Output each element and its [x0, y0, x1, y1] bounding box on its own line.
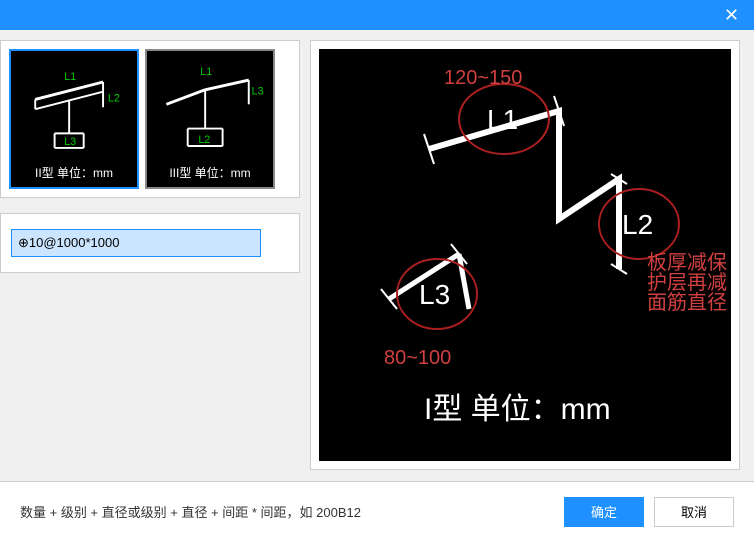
format-hint: 数量 + 级别 + 直径或级别 + 直径 + 间距 * 间距，如 200B12 [20, 502, 361, 521]
svg-text:L1: L1 [200, 66, 212, 78]
thumb-type-3[interactable]: L1 L3 L2 III型 单位：mm [145, 49, 275, 189]
preview-canvas: 120~150 L1 L2 L3 80~100 板厚减保 护层再减 面筋直径 I… [319, 49, 731, 461]
close-button[interactable]: ✕ [709, 0, 754, 30]
left-column: L1 L2 L3 II型 单位：mm L1 L3 [0, 40, 300, 470]
preview-panel: 120~150 L1 L2 L3 80~100 板厚减保 护层再减 面筋直径 I… [310, 40, 740, 470]
thumb-type-2[interactable]: L1 L2 L3 II型 单位：mm [9, 49, 139, 189]
svg-text:120~150: 120~150 [444, 67, 522, 89]
svg-text:板厚减保: 板厚减保 [647, 251, 727, 274]
svg-text:L1: L1 [487, 104, 518, 135]
svg-text:L2: L2 [198, 134, 210, 146]
rebar-spec-input[interactable] [11, 229, 261, 257]
thumb-label: II型 单位：mm [11, 164, 137, 181]
svg-text:80~100: 80~100 [384, 347, 451, 369]
svg-text:L2: L2 [622, 209, 653, 240]
content: L1 L2 L3 II型 单位：mm L1 L3 [0, 30, 754, 470]
cancel-button[interactable]: 取消 [654, 497, 734, 527]
ok-button[interactable]: 确定 [564, 497, 644, 527]
svg-text:面筋直径: 面筋直径 [647, 291, 727, 314]
svg-text:L3: L3 [64, 136, 76, 148]
thumb-label: III型 单位：mm [147, 164, 273, 181]
svg-text:L3: L3 [252, 86, 264, 98]
footer: 数量 + 级别 + 直径或级别 + 直径 + 间距 * 间距，如 200B12 … [0, 481, 754, 541]
svg-text:护层再减: 护层再减 [647, 271, 727, 294]
svg-text:L1: L1 [64, 71, 76, 83]
titlebar: ✕ [0, 0, 754, 30]
thumbnails-panel: L1 L2 L3 II型 单位：mm L1 L3 [0, 40, 300, 198]
footer-buttons: 确定 取消 [564, 497, 734, 527]
svg-text:I型 单位：mm: I型 单位：mm [424, 393, 611, 426]
svg-text:L3: L3 [419, 279, 450, 310]
svg-text:L2: L2 [108, 92, 120, 104]
input-panel [0, 213, 300, 273]
